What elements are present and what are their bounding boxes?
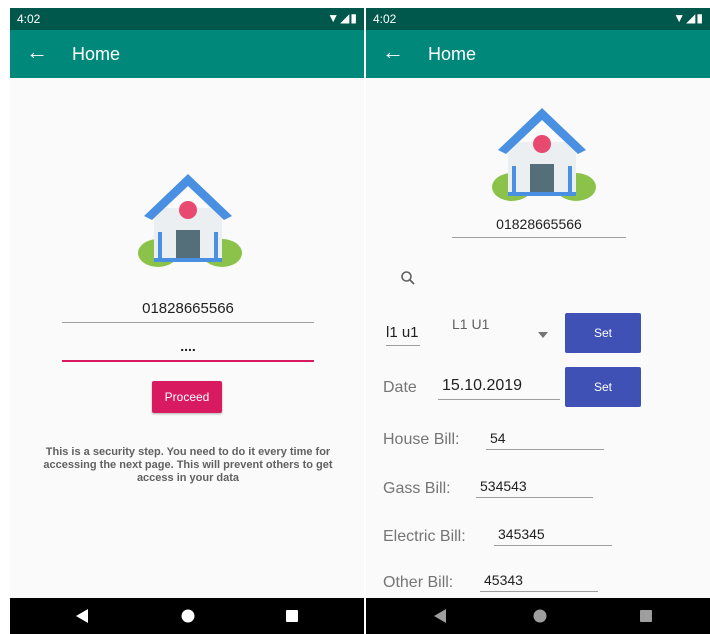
gass-bill-input[interactable]: 534543 [476, 478, 593, 498]
date-input[interactable]: 15.10.2019 [438, 377, 560, 400]
date-label: Date [383, 379, 417, 396]
page-title: Home [428, 44, 477, 64]
other-bill-label: Other Bill: [383, 574, 454, 591]
nav-recents-icon[interactable] [626, 598, 666, 634]
nav-home-icon[interactable] [168, 598, 208, 634]
right-screen: 4:02 ▼◢▮ ← Home 01828665566 l1 u1 L1 U1 … [366, 8, 710, 634]
search-icon[interactable] [400, 270, 416, 286]
app-bar: ← Home [366, 30, 710, 78]
proceed-button[interactable]: Proceed [152, 381, 222, 413]
house-icon [492, 108, 596, 201]
gass-bill-label: Gass Bill: [383, 480, 451, 497]
house-bill-input[interactable]: 54 [486, 430, 604, 450]
electric-bill-label: Electric Bill: [383, 528, 466, 545]
nav-recents-icon[interactable] [272, 598, 312, 634]
set-date-button[interactable]: Set [565, 367, 641, 407]
dropdown-arrow-icon [538, 332, 548, 338]
back-arrow-icon[interactable]: ← [26, 40, 48, 64]
electric-bill-input[interactable]: 345345 [494, 526, 612, 546]
phone-input[interactable]: 01828665566 [452, 216, 626, 238]
app-bar: ← Home [10, 30, 364, 78]
back-arrow-icon[interactable]: ← [382, 40, 404, 64]
set-unit-button[interactable]: Set [565, 313, 641, 353]
status-bar: 4:02 ▼◢▮ [10, 8, 364, 30]
unit-input[interactable]: l1 u1 [386, 324, 420, 346]
status-time: 4:02 [373, 12, 397, 26]
nav-back-icon[interactable] [420, 598, 460, 634]
status-icons: ▼◢▮ [673, 11, 704, 25]
other-bill-input[interactable]: 45343 [480, 572, 598, 592]
status-icons: ▼◢▮ [327, 11, 358, 25]
house-icon [138, 174, 242, 267]
navigation-bar [366, 598, 710, 634]
nav-home-icon[interactable] [520, 598, 560, 634]
nav-back-icon[interactable] [62, 598, 102, 634]
house-bill-label: House Bill: [383, 431, 460, 448]
status-bar: 4:02 ▼◢▮ [366, 8, 710, 30]
phone-input[interactable]: 01828665566 [62, 300, 314, 323]
unit-dropdown[interactable]: L1 U1 [452, 316, 556, 342]
password-input[interactable]: .... [62, 338, 314, 362]
security-message: This is a security step. You need to do … [43, 446, 333, 484]
status-time: 4:02 [17, 12, 41, 26]
unit-dropdown-value: L1 U1 [452, 316, 490, 332]
page-title: Home [72, 44, 121, 64]
left-screen: 4:02 ▼◢▮ ← Home 01828665566 .... Proceed… [10, 8, 364, 634]
navigation-bar [10, 598, 364, 634]
